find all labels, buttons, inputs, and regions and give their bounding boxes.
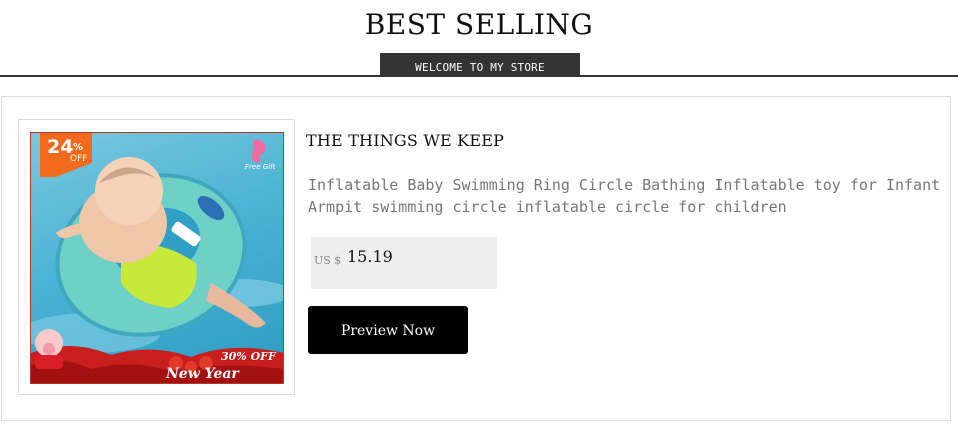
price-box: US $ 15.19 bbox=[311, 237, 497, 289]
product-brand[interactable]: THE THINGS WE KEEP bbox=[306, 131, 504, 150]
banner-sale-text: New Year Sales bbox=[166, 366, 239, 383]
preview-now-button[interactable]: Preview Now bbox=[308, 306, 468, 354]
store-tagline: WELCOME TO MY STORE bbox=[380, 53, 580, 76]
currency-label: US $ bbox=[314, 254, 342, 267]
free-gift-label: Free Gift bbox=[245, 163, 276, 171]
price-value: 15.19 bbox=[347, 247, 393, 266]
product-image[interactable]: 24 % OFF Free Gift 30% OFF New Year Sale… bbox=[30, 132, 284, 384]
product-description[interactable]: Inflatable Baby Swimming Ring Circle Bat… bbox=[308, 174, 948, 218]
discount-percent-sign: % bbox=[73, 142, 84, 153]
discount-off-label: OFF bbox=[70, 154, 88, 164]
product-image-frame[interactable]: 24 % OFF Free Gift 30% OFF New Year Sale… bbox=[18, 119, 295, 395]
banner-off-text: 30% OFF bbox=[221, 350, 276, 363]
section-title: BEST SELLING bbox=[364, 8, 594, 41]
